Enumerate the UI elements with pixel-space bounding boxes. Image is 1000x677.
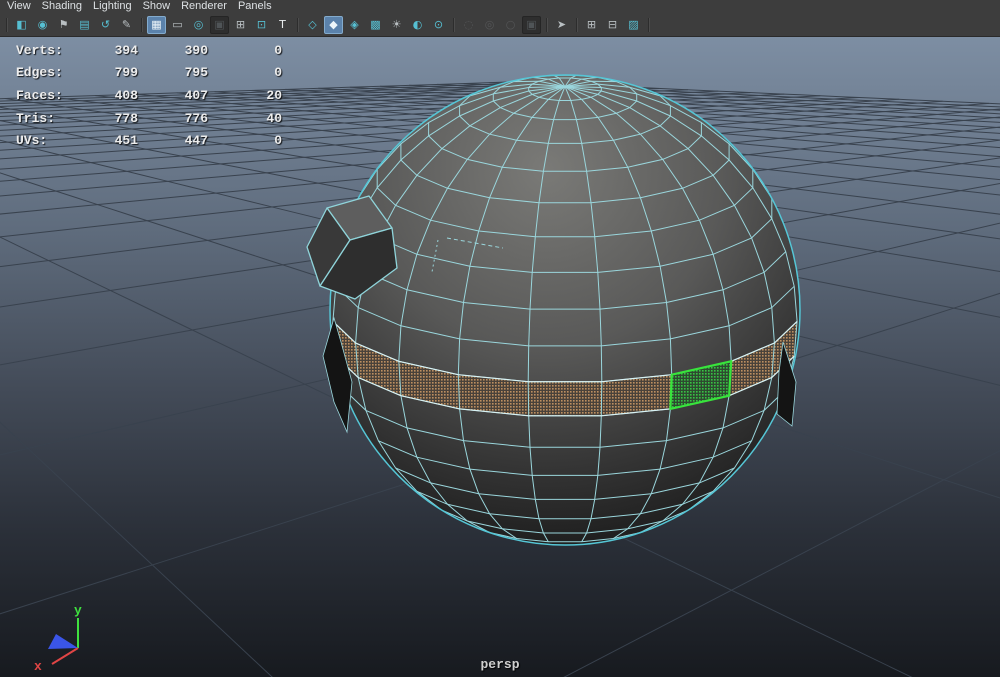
- film-gate-icon[interactable]: ▭: [168, 16, 187, 34]
- toolbar-separator: [647, 17, 650, 33]
- menu-shading[interactable]: Shading: [40, 0, 91, 13]
- select-camera-icon[interactable]: ◧: [12, 16, 31, 34]
- image-plane-icon[interactable]: ▤: [75, 16, 94, 34]
- select-tool-icon[interactable]: ➤: [552, 16, 571, 34]
- grid-display-icon[interactable]: ▦: [147, 15, 166, 34]
- textured-mode-icon[interactable]: ▩: [366, 16, 385, 34]
- pan-zoom-icon[interactable]: ↺: [96, 16, 115, 34]
- fog-icon: ○: [505, 18, 516, 31]
- y-axis-label: y: [74, 603, 82, 618]
- hud-label: Verts:: [16, 42, 63, 58]
- panel-menu-bar: View Shading Lighting Show Renderer Panels: [0, 0, 1000, 13]
- grease-pencil-icon[interactable]: ✎: [117, 16, 136, 34]
- hud-value: 447: [184, 133, 208, 149]
- poly-count-hud: Verts: 394 390 0 Edges: 799 795 0 Faces: 408 407 20…: [16, 39, 282, 152]
- toolbar-separator: [296, 17, 299, 33]
- menu-show[interactable]: Show: [141, 0, 180, 13]
- hud-value: 795: [184, 65, 208, 81]
- hud-row: UVs: 451 447 0: [16, 129, 282, 152]
- hud-label: Faces:: [16, 87, 63, 103]
- maya-viewport-panel: View Shading Lighting Show Renderer Panels ◧ ◉…: [0, 0, 1000, 677]
- hud-value: 0: [274, 65, 282, 81]
- hud-value: 40: [266, 110, 282, 126]
- hud-row: Edges: 799 795 0: [16, 62, 282, 85]
- panel-toolbar: ◧ ◉ ⚑ ▤ ↺ ✎ ▦ ▭ ◎ ▣ ⊞ ⊡ T ◇ ◆ ◈ ▩ ☀ ◐ ⊙ ◌ ◎ ○ ▣ ➤ ⊞ ⊟ ▨: [0, 13, 1000, 36]
- camera-attributes-icon[interactable]: ◉: [33, 16, 52, 34]
- hud-value: 408: [114, 87, 138, 103]
- exposure-icon[interactable]: ▣: [522, 15, 541, 34]
- isolate-select-icon[interactable]: ⊞: [582, 16, 601, 34]
- hud-value: 20: [266, 87, 282, 103]
- smooth-shade-mode-icon[interactable]: ◆: [324, 15, 343, 34]
- toolbar-separator: [140, 17, 143, 33]
- hud-value: 778: [114, 110, 138, 126]
- toolbar-separator: [575, 17, 578, 33]
- resolution-gate-icon[interactable]: ◎: [189, 16, 208, 34]
- panel-header: View Shading Lighting Show Renderer Panels ◧ ◉…: [0, 0, 1000, 37]
- toolbar-separator: [545, 17, 548, 33]
- toolbar-separator: [452, 17, 455, 33]
- use-all-lights-icon[interactable]: ☀: [387, 16, 406, 34]
- hud-row: Tris: 778 776 40: [16, 107, 282, 130]
- hud-value: 776: [184, 110, 208, 126]
- safe-action-icon[interactable]: ⊡: [252, 16, 271, 34]
- depth-of-field-icon: ◎: [484, 18, 495, 31]
- camera-name-label: persp: [480, 657, 520, 672]
- snapshot-icon[interactable]: ▨: [624, 16, 643, 34]
- hud-value: 407: [184, 87, 208, 103]
- hud-label: UVs:: [16, 133, 48, 149]
- hud-label: Tris:: [16, 110, 56, 126]
- gate-mask-icon[interactable]: ▣: [210, 15, 229, 34]
- hud-value: 0: [274, 133, 282, 149]
- menu-lighting[interactable]: Lighting: [91, 0, 141, 13]
- field-chart-icon[interactable]: ⊞: [231, 16, 250, 34]
- menu-renderer[interactable]: Renderer: [179, 0, 236, 13]
- hud-label: Edges:: [16, 65, 63, 81]
- hud-value: 390: [184, 42, 208, 58]
- wireframe-mode-icon[interactable]: ◇: [303, 16, 322, 34]
- hud-value: 0: [274, 42, 282, 58]
- hud-value: 451: [114, 133, 138, 149]
- occlusion-icon[interactable]: ⊙: [429, 16, 448, 34]
- safe-title-icon[interactable]: T: [273, 16, 292, 34]
- hud-row: Faces: 408 407 20: [16, 84, 282, 107]
- menu-panels[interactable]: Panels: [236, 0, 281, 13]
- hud-value: 394: [114, 42, 138, 58]
- xray-icon[interactable]: ⊟: [603, 16, 622, 34]
- toolbar-separator: [5, 17, 8, 33]
- bookmark-view-icon[interactable]: ⚑: [54, 16, 73, 34]
- hud-value: 799: [114, 65, 138, 81]
- wireframe-on-shaded-icon[interactable]: ◈: [345, 16, 364, 34]
- hud-row: Verts: 394 390 0: [16, 39, 282, 62]
- shadows-icon[interactable]: ◐: [408, 16, 427, 34]
- motion-blur-icon: ◌: [463, 18, 474, 31]
- viewport[interactable]: yx Verts: 394 390 0 Edges: 799 795 0 Faces: 408 40…: [0, 37, 1000, 677]
- menu-view[interactable]: View: [5, 0, 40, 13]
